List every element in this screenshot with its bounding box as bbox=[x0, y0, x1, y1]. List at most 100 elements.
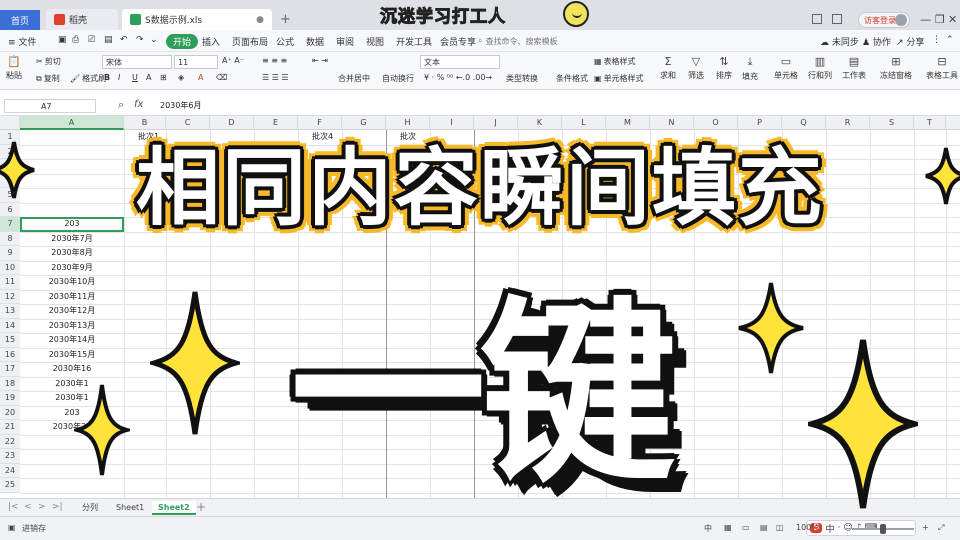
conditional-format-button[interactable]: 条件格式 bbox=[556, 73, 588, 84]
fx-button[interactable]: fx bbox=[134, 99, 143, 110]
print-icon[interactable]: ⎚ bbox=[88, 35, 95, 45]
row-col-button[interactable]: ▥ 行和列 bbox=[808, 55, 832, 81]
border-icon[interactable]: ⊞ bbox=[160, 73, 167, 82]
sort-button[interactable]: ⇅ 排序 bbox=[716, 55, 732, 81]
login-button[interactable]: 访客登录 bbox=[858, 12, 910, 28]
cell-a13[interactable]: 2030年12月 bbox=[20, 304, 124, 319]
indent-icon[interactable]: ⇤ ⇥ bbox=[312, 56, 328, 65]
fill-color-icon[interactable]: ◈ bbox=[178, 73, 184, 82]
type-convert-button[interactable]: 类型转换 bbox=[506, 73, 538, 84]
row-header-22[interactable]: 22 bbox=[0, 434, 20, 449]
collab-button[interactable]: ♟ 协作 bbox=[862, 35, 891, 48]
freeze-panes-button[interactable]: ⊞ 冻结窗格 bbox=[880, 55, 912, 81]
row-header-19[interactable]: 19 bbox=[0, 391, 20, 406]
clear-format-icon[interactable]: ⌫ bbox=[216, 73, 227, 82]
row-header-7[interactable]: 7 bbox=[0, 217, 20, 232]
sheet-tab-sheet2[interactable]: Sheet2 bbox=[152, 501, 196, 515]
zoom-icon[interactable]: ⌕ bbox=[118, 98, 124, 112]
underline-button[interactable]: U bbox=[132, 73, 138, 82]
cell-a16[interactable]: 2030年15月 bbox=[20, 348, 124, 363]
row-header-11[interactable]: 11 bbox=[0, 275, 20, 290]
row-header-13[interactable]: 13 bbox=[0, 304, 20, 319]
row-header-12[interactable]: 12 bbox=[0, 289, 20, 304]
row-header-8[interactable]: 8 bbox=[0, 231, 20, 246]
font-size-select[interactable]: 11 bbox=[174, 55, 218, 69]
view-normal-icon[interactable]: ▦ bbox=[724, 523, 732, 532]
sync-status[interactable]: ☁ 未同步 bbox=[820, 35, 859, 48]
row-header-10[interactable]: 10 bbox=[0, 260, 20, 275]
menu-start[interactable]: 开始 bbox=[166, 34, 199, 49]
cell-a17[interactable]: 2030年16 bbox=[20, 362, 124, 377]
maximize-icon[interactable]: ❐ bbox=[935, 13, 945, 26]
row-header-9[interactable]: 9 bbox=[0, 246, 20, 261]
menu-view[interactable]: 视图 bbox=[366, 35, 384, 48]
prev-sheet-icon[interactable]: < bbox=[24, 502, 32, 512]
more-menu-icon[interactable]: ⋮ bbox=[932, 35, 941, 45]
font-grow-icon[interactable]: A⁺ A⁻ bbox=[222, 56, 244, 65]
cell-a12[interactable]: 2030年11月 bbox=[20, 290, 124, 305]
merge-center-button[interactable]: 合并居中 bbox=[338, 73, 370, 84]
sheet-tab-sheet1[interactable]: Sheet1 bbox=[110, 501, 150, 515]
font-name-select[interactable]: 宋体 bbox=[102, 55, 172, 69]
worksheet-button[interactable]: ▤ 工作表 bbox=[842, 55, 866, 81]
italic-button[interactable]: I bbox=[118, 73, 120, 82]
next-sheet-icon[interactable]: > bbox=[38, 502, 46, 512]
minimize-icon[interactable]: — bbox=[920, 13, 931, 26]
filter-button[interactable]: ▽ 筛选 bbox=[688, 55, 704, 81]
cell-style-button[interactable]: ▣ 单元格样式 bbox=[594, 73, 644, 84]
collapse-ribbon-icon[interactable]: ⌃ bbox=[946, 35, 954, 45]
cell-a10[interactable]: 2030年9月 bbox=[20, 261, 124, 276]
copy-button[interactable]: ⧉ 复制 bbox=[36, 73, 60, 84]
cell-a15[interactable]: 2030年14月 bbox=[20, 333, 124, 348]
new-tab-button[interactable]: + bbox=[280, 12, 291, 27]
menu-review[interactable]: 审阅 bbox=[336, 35, 354, 48]
name-box[interactable]: A7 bbox=[4, 99, 96, 113]
wrap-text-button[interactable]: 自动换行 bbox=[382, 73, 414, 84]
font-color-icon[interactable]: A bbox=[198, 73, 203, 82]
view-read-icon[interactable]: ◫ bbox=[776, 523, 784, 532]
row-header-24[interactable]: 24 bbox=[0, 463, 20, 478]
percent-icon[interactable]: ¥ · % ⁰⁰ ←.0 .00→ bbox=[424, 73, 492, 82]
select-all-corner[interactable] bbox=[0, 116, 20, 130]
cell-a14[interactable]: 2030年13月 bbox=[20, 319, 124, 334]
fill-button[interactable]: ⤓ 填充 bbox=[742, 55, 758, 82]
format-painter-button[interactable]: 🖌 格式刷 bbox=[70, 73, 106, 84]
number-format-select[interactable]: 文本 bbox=[420, 55, 500, 69]
layout-icon[interactable] bbox=[812, 14, 822, 24]
bold-button[interactable]: B bbox=[104, 73, 110, 82]
align-top-icon[interactable]: ≡ ≡ ≡ bbox=[262, 56, 287, 65]
menu-page-layout[interactable]: 页面布局 bbox=[232, 35, 268, 48]
table-tools-button[interactable]: ⊟ 表格工具 bbox=[926, 55, 958, 81]
formula-input[interactable]: 2030年6月 bbox=[160, 100, 201, 111]
cell-a9[interactable]: 2030年8月 bbox=[20, 246, 124, 261]
tab-home[interactable]: 首页 bbox=[0, 10, 40, 30]
preview-icon[interactable]: ▤ bbox=[104, 35, 113, 45]
sum-button[interactable]: Σ 求和 bbox=[660, 55, 676, 81]
menu-member[interactable]: 会员专享 bbox=[440, 35, 476, 48]
row-header-20[interactable]: 20 bbox=[0, 405, 20, 420]
row-header-6[interactable]: 6 bbox=[0, 202, 20, 217]
save-icon[interactable]: ▣ bbox=[58, 35, 67, 45]
align-left-icon[interactable]: ☰ ☰ ☰ bbox=[262, 73, 289, 82]
menu-formula[interactable]: 公式 bbox=[276, 35, 294, 48]
close-icon[interactable]: ● bbox=[256, 15, 264, 25]
cut-button[interactable]: ✂ 剪切 bbox=[36, 56, 61, 67]
cell-button[interactable]: ▭ 单元格 bbox=[774, 55, 798, 81]
table-style-button[interactable]: ▦ 表格样式 bbox=[594, 56, 636, 67]
command-search[interactable]: ⌕ 查找命令、搜索模板 bbox=[478, 34, 574, 48]
window-list-icon[interactable] bbox=[832, 14, 842, 24]
row-header-18[interactable]: 18 bbox=[0, 376, 20, 391]
row-header-14[interactable]: 14 bbox=[0, 318, 20, 333]
view-page-icon[interactable]: ▭ bbox=[742, 523, 750, 532]
last-sheet-icon[interactable]: >| bbox=[52, 502, 63, 512]
menu-data[interactable]: 数据 bbox=[306, 35, 324, 48]
zoom-in-icon[interactable]: + bbox=[922, 523, 929, 532]
paste-button[interactable]: 📋 粘贴 bbox=[6, 55, 22, 81]
tab-spreadsheet[interactable]: S数据示例.xls ● bbox=[122, 9, 272, 30]
zoom-level[interactable]: 100% bbox=[796, 523, 819, 532]
share-button[interactable]: ↗ 分享 bbox=[896, 35, 924, 48]
menu-developer[interactable]: 开发工具 bbox=[396, 35, 432, 48]
strikethrough-button[interactable]: A bbox=[146, 73, 151, 82]
tab-docer[interactable]: 稻壳 bbox=[46, 9, 118, 30]
row-header-17[interactable]: 17 bbox=[0, 362, 20, 377]
